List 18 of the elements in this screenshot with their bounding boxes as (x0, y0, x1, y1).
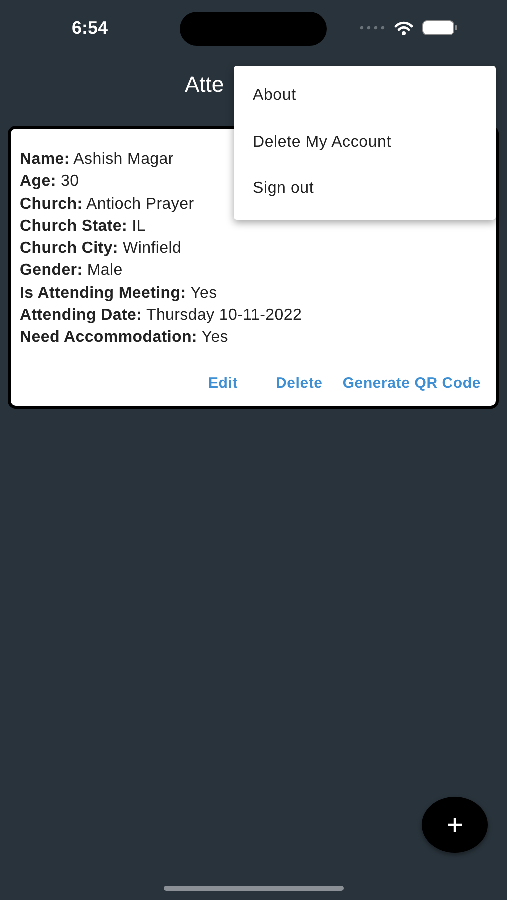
field-text: Is Attending Meeting: Yes (20, 284, 218, 304)
screen-title: Atte (185, 72, 224, 97)
menu-item[interactable]: About (234, 73, 496, 120)
field-text: Age: 30 (20, 172, 80, 192)
wifi-icon (394, 20, 414, 36)
field-text: Need Accommodation: Yes (20, 328, 229, 348)
plus-icon (447, 817, 463, 833)
status-time: 6:54 (72, 18, 110, 38)
field-text: Attending Date: Thursday 10-11-2022 (20, 306, 302, 326)
menu-item[interactable]: Delete My Account (234, 120, 496, 166)
field-text: Name: Ashish Magar (20, 150, 174, 170)
field-text: Church: Antioch Prayer (20, 194, 194, 215)
menu-item[interactable]: Sign out (234, 166, 496, 212)
field-text: Church City: Winfield (20, 239, 182, 260)
battery-icon (422, 20, 459, 36)
signal-icon (360, 26, 386, 30)
field-text: Gender: Male (20, 261, 123, 282)
field-text: Church State: IL (20, 216, 146, 237)
